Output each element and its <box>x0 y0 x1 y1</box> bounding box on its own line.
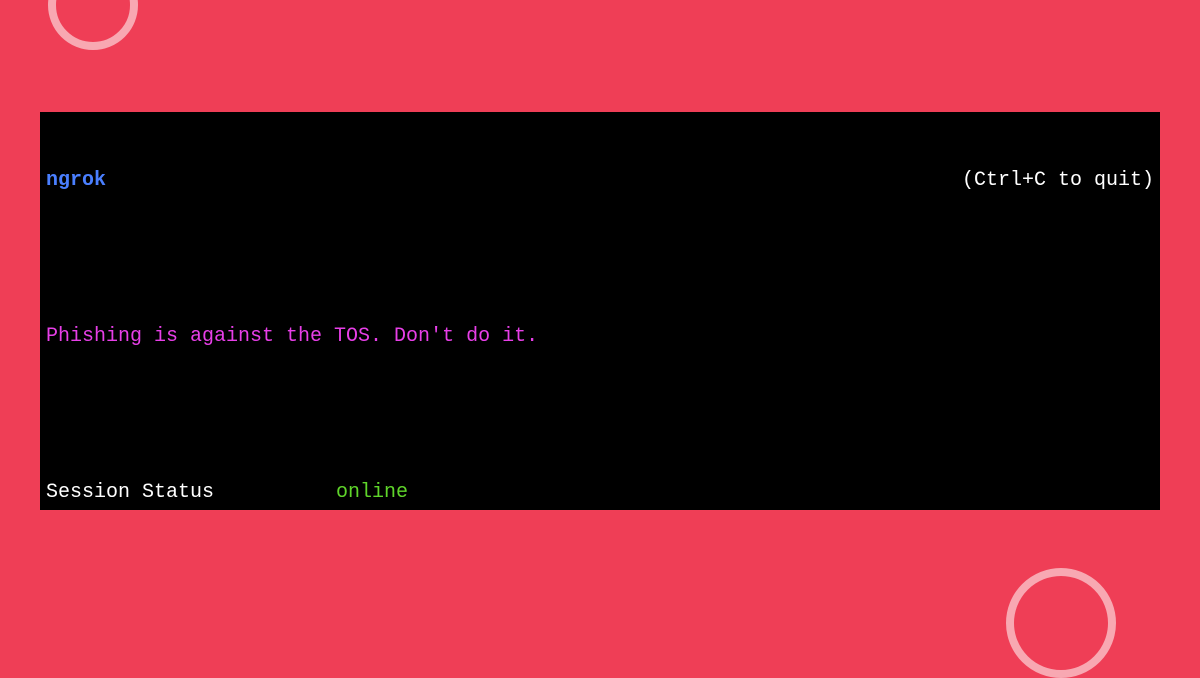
decorative-circle-top <box>48 0 138 50</box>
session-status-row: Session Statusonline <box>46 480 1154 506</box>
app-name: ngrok <box>46 168 106 194</box>
session-status-label: Session Status <box>46 480 336 506</box>
quit-hint: (Ctrl+C to quit) <box>962 168 1154 194</box>
session-status-value: online <box>336 480 408 506</box>
terminal-window[interactable]: ngrok (Ctrl+C to quit) Phishing is again… <box>40 112 1160 510</box>
decorative-circle-bottom <box>1006 568 1116 678</box>
terminal-header: ngrok (Ctrl+C to quit) <box>46 168 1154 194</box>
tos-warning: Phishing is against the TOS. Don't do it… <box>46 324 1154 350</box>
